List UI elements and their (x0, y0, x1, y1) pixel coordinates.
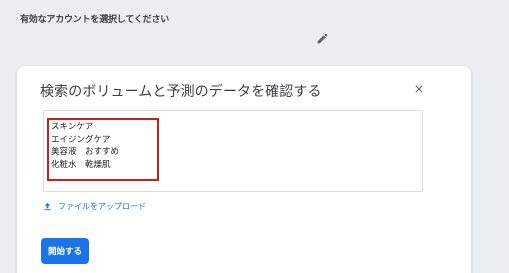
keyword-list: スキンケア エイジングケア 美容液 おすすめ 化粧水 乾燥肌 (51, 121, 119, 171)
upload-icon (44, 202, 51, 211)
keyword-item: エイジングケア (51, 134, 111, 145)
account-notice: 有効なアカウントを選択してください (20, 15, 170, 25)
pencil-icon (317, 33, 327, 43)
upload-file-link[interactable]: ファイルをアップロード (42, 201, 146, 212)
edit-button[interactable] (314, 30, 330, 46)
dialog-title: 検索のボリュームと予測のデータを確認する (40, 84, 322, 100)
keyword-input-area[interactable]: スキンケア エイジングケア 美容液 おすすめ 化粧水 乾燥肌 (43, 110, 423, 192)
close-button[interactable] (411, 81, 427, 97)
keyword-item: スキンケア (51, 122, 94, 132)
start-button[interactable]: 開始する (41, 238, 89, 264)
keyword-item: 化粧水 乾燥肌 (51, 159, 111, 170)
upload-label: ファイルをアップロード (58, 202, 146, 211)
keyword-item: 美容液 おすすめ (51, 147, 120, 157)
close-icon (415, 85, 423, 93)
keyword-forecast-dialog: 検索のボリュームと予測のデータを確認する スキンケア エイジングケア 美容液 お… (17, 66, 471, 273)
